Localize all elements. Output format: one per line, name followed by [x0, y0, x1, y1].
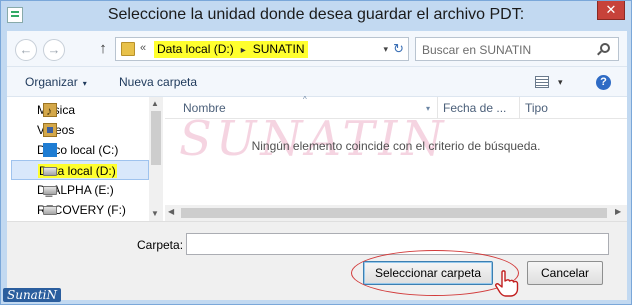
column-date[interactable]: Fecha de ... — [443, 101, 506, 115]
tree-item-disco-c[interactable]: Disco local (C:) — [11, 140, 149, 160]
help-icon[interactable]: ? — [596, 75, 611, 90]
search-placeholder: Buscar en SUNATIN — [422, 43, 532, 57]
hand-pointer-icon — [495, 270, 519, 297]
column-filter-icon[interactable]: ▾ — [426, 104, 430, 113]
scroll-right-icon[interactable]: ▶ — [615, 207, 621, 216]
column-type[interactable]: Tipo — [525, 101, 548, 115]
video-folder-icon — [43, 123, 57, 137]
tree-item-videos[interactable]: Vídeos — [11, 120, 149, 140]
folder-field-label: Carpeta: — [137, 238, 184, 252]
title-bar: Seleccione la unidad donde desea guardar… — [1, 1, 631, 31]
back-button[interactable]: ← — [15, 39, 37, 61]
new-folder-button[interactable]: Nueva carpeta — [119, 75, 197, 89]
search-box[interactable]: Buscar en SUNATIN — [415, 37, 619, 61]
column-header-row: ^ Nombre ▾ Fecha de ... Tipo — [165, 95, 627, 119]
select-folder-button[interactable]: Seleccionar carpeta — [363, 261, 493, 285]
breadcrumb-separator-icon[interactable]: ▸ — [241, 45, 246, 56]
empty-results-message: Ningún elemento coincide con el criterio… — [251, 139, 541, 153]
view-dropdown-icon[interactable]: ▾ — [558, 77, 563, 88]
drive-icon — [43, 167, 57, 176]
organize-caret-icon: ▾ — [82, 79, 87, 88]
scrollbar-thumb[interactable] — [181, 208, 607, 218]
scroll-left-icon[interactable]: ◀ — [168, 207, 174, 216]
file-list-pane: SUNATIN ^ Nombre ▾ Fecha de ... Tipo Nin… — [165, 95, 627, 221]
column-name[interactable]: Nombre — [183, 101, 226, 115]
search-icon[interactable] — [600, 43, 610, 53]
cancel-button[interactable]: Cancelar — [527, 261, 603, 285]
scroll-up-icon[interactable]: ▲ — [151, 99, 159, 108]
close-button[interactable]: ✕ — [597, 1, 625, 20]
column-divider[interactable] — [437, 97, 438, 119]
tree-item-musica[interactable]: Música — [11, 100, 149, 121]
dialog-window: Seleccione la unidad donde desea guardar… — [0, 0, 632, 305]
horizontal-scrollbar[interactable]: ◀ ▶ — [165, 205, 627, 221]
window-title: Seleccione la unidad donde desea guardar… — [107, 6, 525, 23]
navigation-scrollbar[interactable]: ▲ ▼ — [149, 97, 163, 221]
path-dropdown-icon[interactable]: ▾ — [383, 44, 388, 55]
scroll-down-icon[interactable]: ▼ — [151, 209, 159, 218]
windows-drive-icon — [43, 143, 57, 157]
path-overflow-chevron[interactable]: « — [140, 42, 146, 54]
address-path-box[interactable]: « Data local (D:) ▸ SUNATIN ▾ ↻ — [115, 37, 409, 61]
organize-label: Organizar — [25, 75, 78, 89]
view-options-icon[interactable] — [535, 76, 549, 88]
scrollbar-thumb[interactable] — [151, 111, 161, 165]
tree-item-recovery[interactable]: RECOVERY (F:) — [11, 200, 149, 220]
music-folder-icon — [43, 101, 57, 121]
forward-button[interactable]: → — [43, 39, 65, 61]
folder-name-input[interactable] — [186, 233, 609, 255]
breadcrumb-drive[interactable]: Data local (D:) — [157, 42, 234, 56]
tree-item-data-d[interactable]: Data local (D:) — [11, 160, 149, 180]
column-divider[interactable] — [519, 97, 520, 119]
sort-ascending-icon: ^ — [303, 95, 307, 104]
drive-icon — [43, 186, 57, 195]
up-folder-button[interactable]: ↑ — [95, 40, 111, 58]
refresh-icon[interactable]: ↻ — [393, 41, 404, 57]
brand-watermark: SunatiN — [3, 288, 61, 302]
breadcrumb: Data local (D:) ▸ SUNATIN — [154, 41, 308, 58]
breadcrumb-folder[interactable]: SUNATIN — [253, 42, 305, 56]
address-bar-row: ← → ↑ « Data local (D:) ▸ SUNATIN ▾ ↻ Busc… — [7, 31, 627, 67]
drive-icon — [43, 206, 57, 215]
dialog-client-area: ← → ↑ « Data local (D:) ▸ SUNATIN ▾ ↻ Busc… — [7, 31, 627, 300]
dialog-footer: Carpeta: Seleccionar carpeta Cancelar — [7, 221, 627, 300]
folder-icon — [121, 42, 135, 56]
navigation-pane: Música Vídeos Disco local (C:) Data loca… — [7, 97, 163, 221]
tree-item-d-alpha[interactable]: D_ALPHA (E:) — [11, 180, 149, 200]
organize-button[interactable]: Organizar ▾ — [25, 75, 87, 89]
command-toolbar: Organizar ▾ Nueva carpeta ▾ ? — [7, 67, 627, 97]
